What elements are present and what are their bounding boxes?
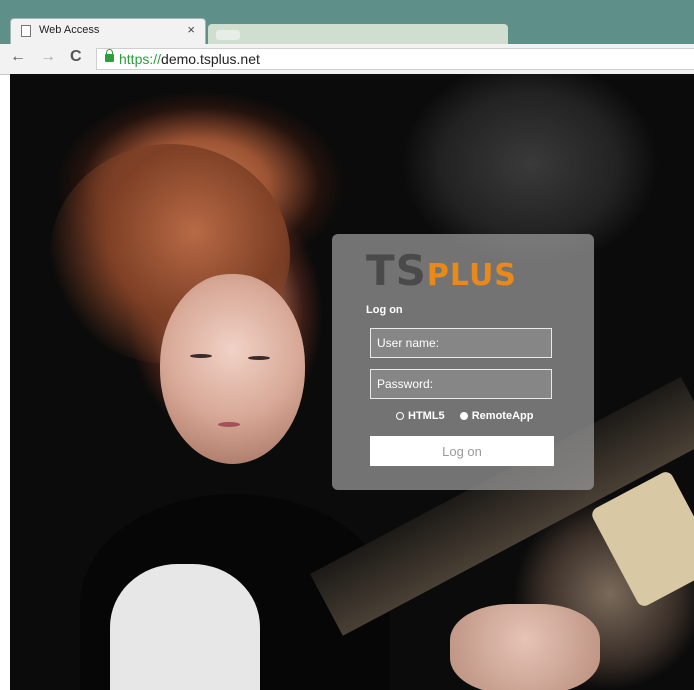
username-input[interactable]: [371, 329, 551, 357]
back-arrow-icon[interactable]: ←: [10, 48, 26, 66]
page-icon: [21, 25, 31, 37]
remoteapp-option[interactable]: RemoteApp: [459, 410, 534, 422]
html5-option[interactable]: HTML5: [396, 410, 445, 422]
logon-button[interactable]: Log on: [370, 436, 554, 466]
tab-title: Web Access: [39, 24, 100, 36]
address-bar[interactable]: https://demo.tsplus.net: [96, 48, 694, 70]
username-field-frame: [370, 328, 552, 358]
reload-icon[interactable]: C: [70, 48, 82, 66]
html5-label: HTML5: [408, 410, 445, 422]
eye-graphic: [190, 354, 212, 358]
hand-graphic: [450, 604, 600, 690]
mouth-graphic: [218, 422, 240, 427]
inactive-tab[interactable]: [208, 24, 508, 44]
remoteapp-label: RemoteApp: [471, 410, 534, 422]
close-icon[interactable]: ×: [187, 22, 195, 37]
face-graphic: [160, 274, 305, 464]
forward-arrow-icon[interactable]: →: [40, 48, 56, 66]
browser-tab[interactable]: Web Access ×: [10, 18, 206, 44]
eye-graphic: [248, 356, 270, 360]
connection-type-options: HTML5 RemoteApp: [396, 410, 533, 422]
page-background: TSPLUS Log on HTML5 RemoteApp Log on: [10, 74, 694, 690]
browser-toolbar: ← → C https://demo.tsplus.net: [0, 44, 694, 75]
browser-tabstrip: Web Access ×: [0, 0, 694, 44]
url-text: https://demo.tsplus.net: [119, 51, 260, 67]
password-field-frame: [370, 369, 552, 399]
radio-remoteapp[interactable]: [459, 412, 468, 420]
lock-icon: [105, 49, 114, 62]
new-tab-button[interactable]: [216, 30, 240, 40]
login-panel: TSPLUS Log on HTML5 RemoteApp Log on: [332, 234, 594, 490]
tsplus-logo: TSPLUS: [366, 246, 517, 295]
radio-html5[interactable]: [396, 412, 404, 420]
password-input[interactable]: [371, 370, 551, 398]
shirt-graphic: [110, 564, 260, 690]
logon-heading: Log on: [366, 304, 403, 316]
